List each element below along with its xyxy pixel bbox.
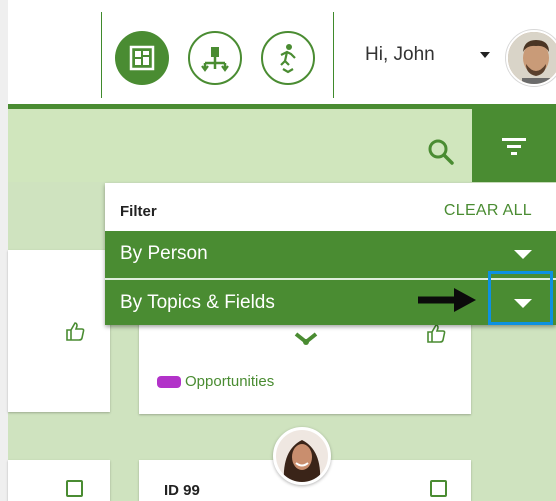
board-view-button[interactable]	[115, 31, 169, 85]
network-view-button[interactable]	[188, 31, 242, 85]
annotation-arrow-icon	[418, 288, 476, 312]
user-avatar[interactable]	[506, 30, 556, 86]
clear-all-button[interactable]: CLEAR ALL	[444, 202, 532, 220]
select-checkbox[interactable]	[66, 480, 83, 497]
header-divider	[101, 12, 102, 98]
tag-label[interactable]: Opportunities	[185, 373, 274, 390]
highlight-box	[488, 271, 553, 325]
author-avatar[interactable]	[273, 427, 331, 485]
filter-header: Filter CLEAR ALL	[105, 183, 556, 231]
network-badge-icon	[294, 332, 318, 345]
filter-toggle-button[interactable]	[472, 104, 556, 187]
like-icon[interactable]	[64, 320, 86, 342]
user-greeting[interactable]: Hi, John	[365, 44, 435, 66]
idea-card[interactable]	[8, 250, 110, 412]
header-divider	[333, 12, 334, 98]
filter-title: Filter	[120, 203, 157, 220]
tag-color-swatch	[157, 376, 181, 388]
search-bar[interactable]	[8, 104, 556, 187]
top-header: Hi, John	[8, 0, 556, 104]
like-icon[interactable]	[425, 322, 447, 344]
expand-chevron-icon[interactable]	[514, 250, 532, 259]
person-activity-icon	[280, 44, 296, 74]
filter-icon	[502, 137, 526, 155]
network-icon	[201, 47, 229, 72]
idea-card[interactable]: Opportunities	[139, 320, 471, 414]
board-view-icon	[129, 45, 155, 71]
activity-view-button[interactable]	[261, 31, 315, 85]
card-id: ID 99	[164, 482, 200, 499]
filter-row-label: By Person	[120, 243, 208, 264]
search-icon[interactable]	[426, 137, 456, 167]
select-checkbox[interactable]	[430, 480, 447, 497]
filter-row-label: By Topics & Fields	[120, 292, 275, 313]
user-menu-chevron-icon[interactable]	[480, 52, 490, 58]
idea-card[interactable]	[8, 460, 110, 501]
